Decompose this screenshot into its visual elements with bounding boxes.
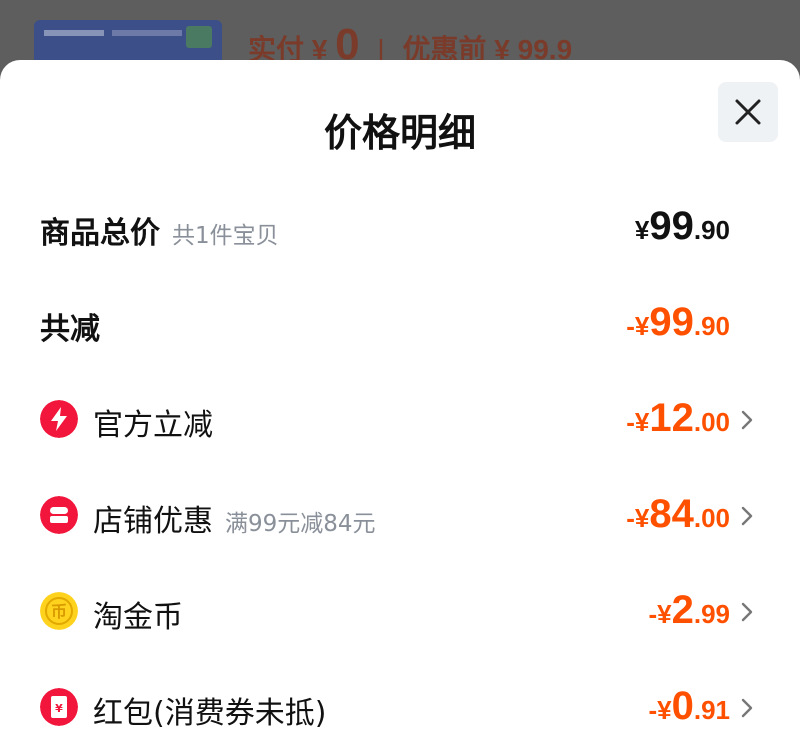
svg-text:¥: ¥ bbox=[55, 702, 63, 715]
close-button[interactable] bbox=[718, 82, 778, 142]
currency: -¥ bbox=[626, 407, 650, 437]
gold-coin-amount: -¥2.99 bbox=[648, 588, 730, 633]
total-price-amount: ¥99.90 bbox=[635, 204, 730, 249]
price-detail-sheet: 价格明细 商品总价 共1件宝贝 ¥99.90 共减 -¥99.90 官方立减 -¥… bbox=[0, 60, 800, 748]
amount-dec: .00 bbox=[693, 503, 730, 533]
row-official-discount[interactable]: 官方立减 -¥12.00 bbox=[0, 388, 800, 448]
red-packet-label: 红包(消费券未抵) bbox=[93, 696, 327, 731]
store-discount-amount: -¥84.00 bbox=[626, 492, 730, 537]
gold-coin-label: 淘金币 bbox=[93, 600, 183, 635]
total-price-label: 商品总价 共1件宝贝 bbox=[40, 208, 279, 252]
currency: ¥ bbox=[634, 215, 650, 245]
amount-int: 99 bbox=[649, 300, 694, 344]
amount-dec: .99 bbox=[693, 599, 730, 629]
sheet-title: 价格明细 bbox=[323, 111, 476, 155]
lightning-icon bbox=[40, 400, 78, 438]
store-discount-rule: 满99元减84元 bbox=[225, 511, 376, 537]
close-icon bbox=[735, 99, 761, 125]
chevron-right-icon bbox=[741, 410, 753, 430]
store-icon bbox=[40, 496, 78, 534]
currency: -¥ bbox=[648, 599, 672, 629]
official-discount-label: 官方立减 bbox=[93, 408, 213, 443]
amount-int: 84 bbox=[649, 492, 694, 536]
gold-coin-icon: 币 bbox=[40, 592, 78, 630]
currency: -¥ bbox=[648, 695, 672, 725]
total-price-title: 商品总价 bbox=[40, 216, 160, 251]
store-discount-label: 店铺优惠 满99元减84元 bbox=[93, 496, 376, 540]
store-discount-title: 店铺优惠 bbox=[93, 504, 213, 539]
amount-int: 12 bbox=[649, 396, 694, 440]
row-gold-coin[interactable]: 币 淘金币 -¥2.99 bbox=[0, 580, 800, 640]
row-store-discount[interactable]: 店铺优惠 满99元减84元 -¥84.00 bbox=[0, 484, 800, 544]
item-count: 共1件宝贝 bbox=[172, 223, 279, 249]
chevron-right-icon bbox=[741, 602, 753, 622]
chevron-right-icon bbox=[741, 698, 753, 718]
red-packet-amount: -¥0.91 bbox=[648, 684, 730, 729]
amount-int: 2 bbox=[671, 588, 694, 632]
currency: -¥ bbox=[626, 311, 650, 341]
row-red-packet[interactable]: ¥ 红包(消费券未抵) -¥0.91 bbox=[0, 676, 800, 736]
row-total-reduced: 共减 -¥99.90 bbox=[0, 292, 800, 352]
amount-dec: .90 bbox=[693, 311, 730, 341]
row-total-price: 商品总价 共1件宝贝 ¥99.90 bbox=[0, 196, 800, 256]
official-discount-amount: -¥12.00 bbox=[626, 396, 730, 441]
currency: -¥ bbox=[626, 503, 650, 533]
chevron-right-icon bbox=[741, 506, 753, 526]
amount-dec: .00 bbox=[693, 407, 730, 437]
amount-dec: .91 bbox=[693, 695, 730, 725]
amount-int: 99 bbox=[649, 204, 694, 248]
total-reduced-label: 共减 bbox=[40, 312, 100, 347]
amount-dec: .90 bbox=[693, 215, 730, 245]
svg-text:币: 币 bbox=[51, 602, 67, 621]
red-packet-icon: ¥ bbox=[40, 688, 78, 726]
amount-int: 0 bbox=[671, 684, 694, 728]
total-reduced-amount: -¥99.90 bbox=[626, 300, 730, 345]
